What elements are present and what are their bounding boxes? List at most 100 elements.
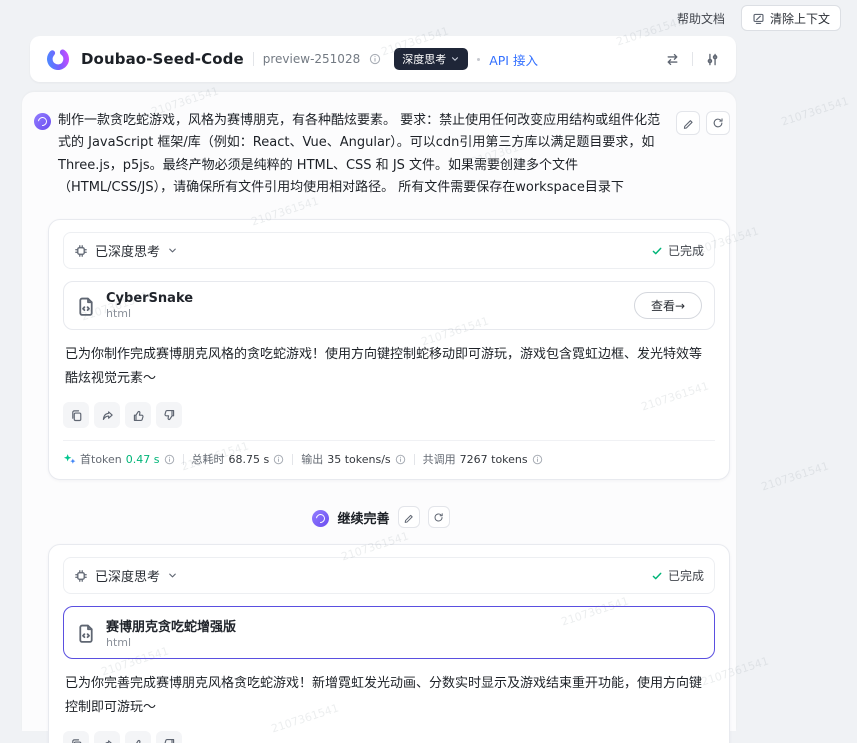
deep-think-badge-label: 深度思考 xyxy=(402,51,446,67)
info-icon[interactable] xyxy=(273,454,284,465)
deep-think-accordion[interactable]: 已深度思考 已完成 xyxy=(63,232,715,269)
watermark-text: 2107361541 xyxy=(760,460,831,494)
info-icon[interactable] xyxy=(369,53,381,65)
info-icon[interactable] xyxy=(532,454,543,465)
thumbs-up-button[interactable] xyxy=(125,731,151,743)
header-actions xyxy=(663,50,722,69)
divider xyxy=(63,440,715,441)
info-icon[interactable] xyxy=(395,454,406,465)
retry-message-button[interactable] xyxy=(428,506,450,528)
file-meta: CyberSnake html xyxy=(106,291,193,320)
response-toolbar xyxy=(63,402,715,428)
status-badge: 已完成 xyxy=(651,567,704,584)
assistant-response-card: 已深度思考 已完成 赛博朋克贪吃蛇增强版 html 已为你完善完成赛博朋克风格贪… xyxy=(48,544,730,743)
file-name: 赛博朋克贪吃蛇增强版 xyxy=(106,616,236,635)
pencil-icon xyxy=(682,117,694,129)
divider xyxy=(292,454,293,465)
divider xyxy=(183,454,184,465)
thumbs-up-icon xyxy=(132,409,145,422)
help-docs-link[interactable]: 帮助文档 xyxy=(677,10,725,27)
check-icon xyxy=(651,245,663,257)
user-message: 制作一款贪吃蛇游戏，风格为赛博朋克，有各种酷炫要素。 要求：禁止使用任何改变应用… xyxy=(32,110,730,199)
parameters-button[interactable] xyxy=(703,50,722,69)
thumbs-up-icon xyxy=(132,738,145,743)
status-label: 已完成 xyxy=(668,242,704,259)
code-file-icon xyxy=(76,296,96,316)
chevron-down-icon xyxy=(167,245,178,256)
doubao-playground: 2107361541 2107361541 2107361541 2107361… xyxy=(0,0,857,743)
copy-button[interactable] xyxy=(63,402,89,428)
status-label: 已完成 xyxy=(668,567,704,584)
retry-icon xyxy=(433,512,444,523)
code-file-icon xyxy=(76,623,96,643)
edit-message-button[interactable] xyxy=(398,506,420,528)
clear-context-button[interactable]: 清除上下文 xyxy=(741,5,841,31)
share-button[interactable] xyxy=(94,731,120,743)
top-bar: 帮助文档 清除上下文 xyxy=(0,0,857,32)
swap-arrows-icon xyxy=(665,52,680,67)
thumbs-down-button[interactable] xyxy=(156,402,182,428)
edit-message-button[interactable] xyxy=(676,111,700,135)
artifact-file-card[interactable]: 赛博朋克贪吃蛇增强版 html xyxy=(63,606,715,659)
message-actions xyxy=(676,111,730,135)
deep-think-icon xyxy=(74,244,88,258)
deep-think-label: 已深度思考 xyxy=(95,566,160,585)
sliders-icon xyxy=(705,52,720,67)
conversation-panel: 制作一款贪吃蛇游戏，风格为赛博朋克，有各种酷炫要素。 要求：禁止使用任何改变应用… xyxy=(22,92,736,731)
user-message-text: 制作一款贪吃蛇游戏，风格为赛博朋克，有各种酷炫要素。 要求：禁止使用任何改变应用… xyxy=(58,110,669,199)
pencil-icon xyxy=(403,512,414,523)
share-icon xyxy=(101,738,114,743)
artifact-file-card[interactable]: CyberSnake html 查看→ xyxy=(63,281,715,330)
info-icon[interactable] xyxy=(164,454,175,465)
view-artifact-button[interactable]: 查看→ xyxy=(634,292,702,319)
deep-think-icon xyxy=(74,569,88,583)
doubao-logo xyxy=(44,45,72,73)
copy-icon xyxy=(70,738,83,743)
deep-think-accordion[interactable]: 已深度思考 已完成 xyxy=(63,557,715,594)
model-version: preview-251028 xyxy=(263,52,360,66)
dot-separator xyxy=(477,58,480,61)
status-badge: 已完成 xyxy=(651,242,704,259)
thumbs-up-button[interactable] xyxy=(125,402,151,428)
api-access-link[interactable]: API 接入 xyxy=(489,50,538,69)
usage-stats: 首token 0.47 s 总耗时 68.75 s 输出 35 tokens/s xyxy=(63,451,715,467)
clear-context-icon xyxy=(752,12,765,25)
file-name: CyberSnake xyxy=(106,291,193,306)
file-meta: 赛博朋克贪吃蛇增强版 html xyxy=(106,616,236,649)
user-avatar-icon xyxy=(34,113,51,130)
deep-think-badge[interactable]: 深度思考 xyxy=(394,48,468,70)
clear-context-label: 清除上下文 xyxy=(770,10,830,27)
stat-total-tokens: 共调用 7267 tokens xyxy=(423,451,543,467)
assistant-message-text: 已为你制作完成赛博朋克风格的贪吃蛇游戏！使用方向键控制蛇移动即可游玩，游戏包含霓… xyxy=(65,343,713,390)
assistant-message-text: 已为你完善完成赛博朋克风格贪吃蛇游戏！新增霓虹发光动画、分数实时显示及游戏结束重… xyxy=(65,672,713,719)
model-title: Doubao-Seed-Code xyxy=(81,50,244,68)
user-avatar-icon xyxy=(312,510,329,527)
stat-output-speed: 输出 35 tokens/s xyxy=(301,451,405,467)
watermark-text: 2107361541 xyxy=(780,95,851,129)
stat-total-time: 总耗时 68.75 s xyxy=(192,451,285,467)
assistant-response-card: 已深度思考 已完成 CyberSnake html 查看→ 已为你制作完成 xyxy=(48,219,730,480)
divider xyxy=(253,52,254,66)
model-header: Doubao-Seed-Code preview-251028 深度思考 API… xyxy=(30,36,736,82)
spark-icon xyxy=(63,453,76,466)
file-type: html xyxy=(106,307,193,320)
user-followup-message: 继续完善 xyxy=(32,506,730,528)
file-type: html xyxy=(106,636,236,649)
divider xyxy=(692,52,693,66)
copy-icon xyxy=(70,409,83,422)
deep-think-label: 已深度思考 xyxy=(95,241,160,260)
copy-button[interactable] xyxy=(63,731,89,743)
retry-message-button[interactable] xyxy=(706,111,730,135)
share-icon xyxy=(101,409,114,422)
divider xyxy=(414,454,415,465)
thumbs-down-icon xyxy=(163,738,176,743)
check-icon xyxy=(651,570,663,582)
user-followup-text: 继续完善 xyxy=(337,508,389,527)
chevron-down-icon xyxy=(450,54,460,64)
response-toolbar xyxy=(63,731,715,743)
compare-models-button[interactable] xyxy=(663,50,682,69)
stat-first-token: 首token 0.47 s xyxy=(63,451,175,467)
share-button[interactable] xyxy=(94,402,120,428)
thumbs-down-button[interactable] xyxy=(156,731,182,743)
retry-icon xyxy=(712,117,724,129)
